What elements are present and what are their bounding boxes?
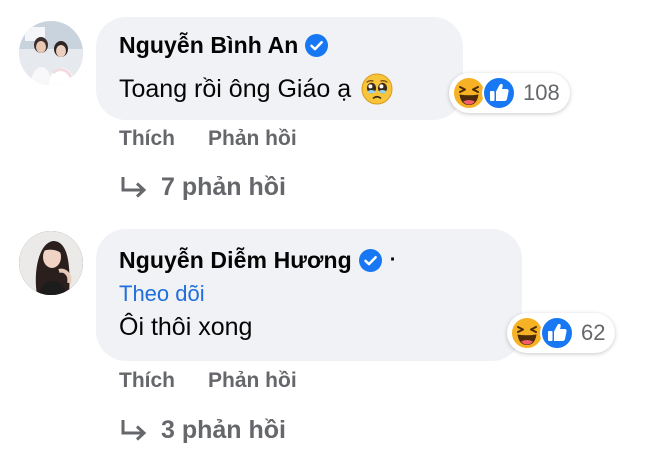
- replies-count: 3 phản hồi: [161, 416, 286, 444]
- comment-actions: Thích Phản hồi: [119, 369, 330, 393]
- like-icon: [539, 315, 575, 351]
- separator-dot: ·: [389, 249, 397, 271]
- comment-2: Nguyễn Diễm Hương · Theo dõi Ôi thôi xon…: [0, 0, 651, 468]
- comment-text-row: Ôi thôi xong: [119, 313, 252, 342]
- like-button[interactable]: Thích: [119, 369, 175, 393]
- comment-text: Ôi thôi xong: [119, 313, 253, 341]
- follow-button[interactable]: Theo dõi: [119, 281, 205, 307]
- view-replies-link[interactable]: 3 phản hồi: [119, 416, 286, 445]
- verified-badge-icon: [358, 249, 382, 272]
- reply-button[interactable]: Phản hồi: [208, 369, 297, 393]
- reactions-summary[interactable]: 62: [507, 313, 616, 353]
- reply-arrow-icon: [119, 418, 149, 444]
- author-name[interactable]: Nguyễn Diễm Hương: [119, 247, 352, 274]
- comment-bubble: Nguyễn Diễm Hương · Theo dõi Ôi thôi xon…: [96, 229, 522, 361]
- avatar[interactable]: [19, 231, 83, 295]
- reaction-count: 62: [581, 320, 606, 345]
